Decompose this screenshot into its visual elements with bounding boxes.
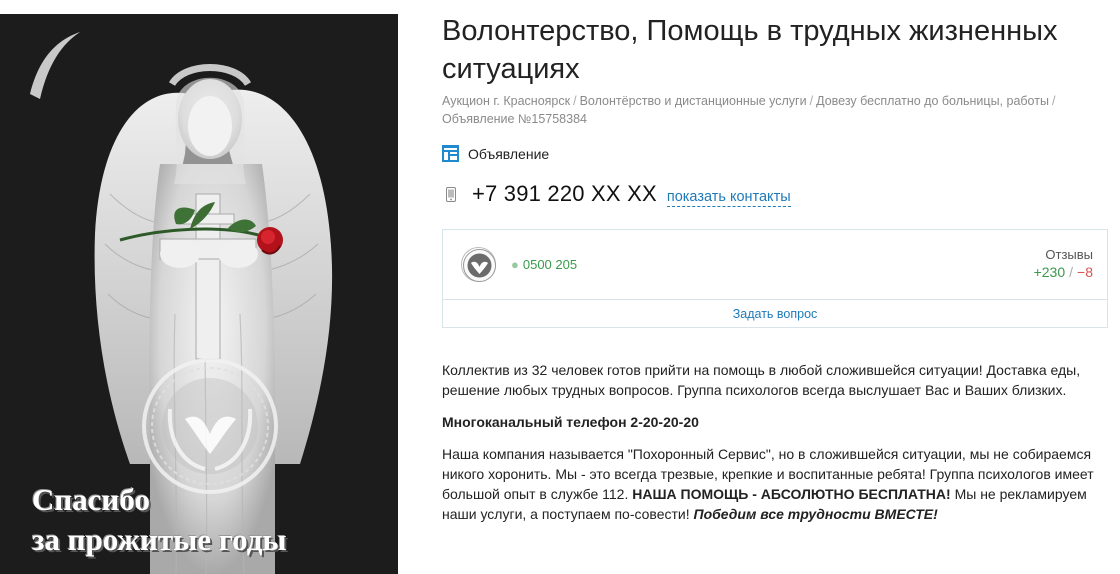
reviews-separator: / [1069,264,1074,280]
breadcrumb-item-listing-id: Объявление №15758384 [442,112,587,126]
avatar[interactable] [461,247,496,282]
listing-photo[interactable]: Спасибо за прожитые годы вместе [0,14,398,574]
breadcrumb-item-auction[interactable]: Аукцион г. Красноярск [442,94,570,108]
phone-icon [446,187,456,202]
show-contacts-link[interactable]: показать контакты [666,189,791,207]
reviews-summary[interactable]: Отзывы +230/−8 [1034,247,1093,282]
seller-rating-value: 0500 205 [522,257,578,272]
photo-caption: Спасибо за прожитые годы вместе [32,480,287,574]
photo-caption-line2: за прожитые годы [32,522,287,557]
seller-rating[interactable]: ● 0500 205 [511,257,577,272]
seller-info: ● 0500 205 Отзывы +230/−8 [443,230,1107,300]
rating-dot-icon: ● [511,257,519,272]
description-slogan: Победим все трудности ВМЕСТЕ! [693,506,938,522]
breadcrumb-item-category[interactable]: Волонтёрство и дистанционные услуги [580,94,807,108]
listing-type-label: Объявление [468,145,550,162]
listing-type: Объявление [442,145,549,162]
phone-number: +7 391 220 XX XX [472,181,657,206]
reviews-negative: −8 [1077,264,1093,280]
phone-row: +7 391 220 XX XX показать контакты [442,181,791,207]
listing-title: Волонтерство, Помощь в трудных жизненных… [442,15,1058,85]
breadcrumb-separator: / [1051,94,1056,108]
breadcrumb: Аукцион г. Красноярск / Волонтёрство и дис… [442,92,1112,128]
reviews-values: +230/−8 [1034,264,1093,280]
ask-question-button[interactable]: Задать вопрос [443,300,1107,328]
photo-caption-line1: Спасибо [32,482,150,517]
description-paragraph: Коллектив из 32 человек готов прийти на … [442,362,1081,398]
breadcrumb-separator: / [809,94,814,108]
description-heading: Многоканальный телефон 2-20-20-20 [442,414,699,430]
listing-description: Коллектив из 32 человек готов прийти на … [442,360,1112,536]
reviews-label: Отзывы [1045,247,1093,262]
photo-caption-line3: вместе [194,562,285,574]
reviews-positive: +230 [1033,264,1066,280]
description-emphasis: НАША ПОМОЩЬ - АБСОЛЮТНО БЕСПЛАТНА! [632,486,951,502]
seller-card: ● 0500 205 Отзывы +230/−8 Задать вопрос [442,229,1108,328]
breadcrumb-item-subcategory[interactable]: Довезу бесплатно до больницы, работы [816,94,1049,108]
listing-type-icon [442,145,459,162]
breadcrumb-separator: / [573,94,577,108]
description-paragraph: Наша компания называется "Похоронный Сер… [442,444,1112,524]
